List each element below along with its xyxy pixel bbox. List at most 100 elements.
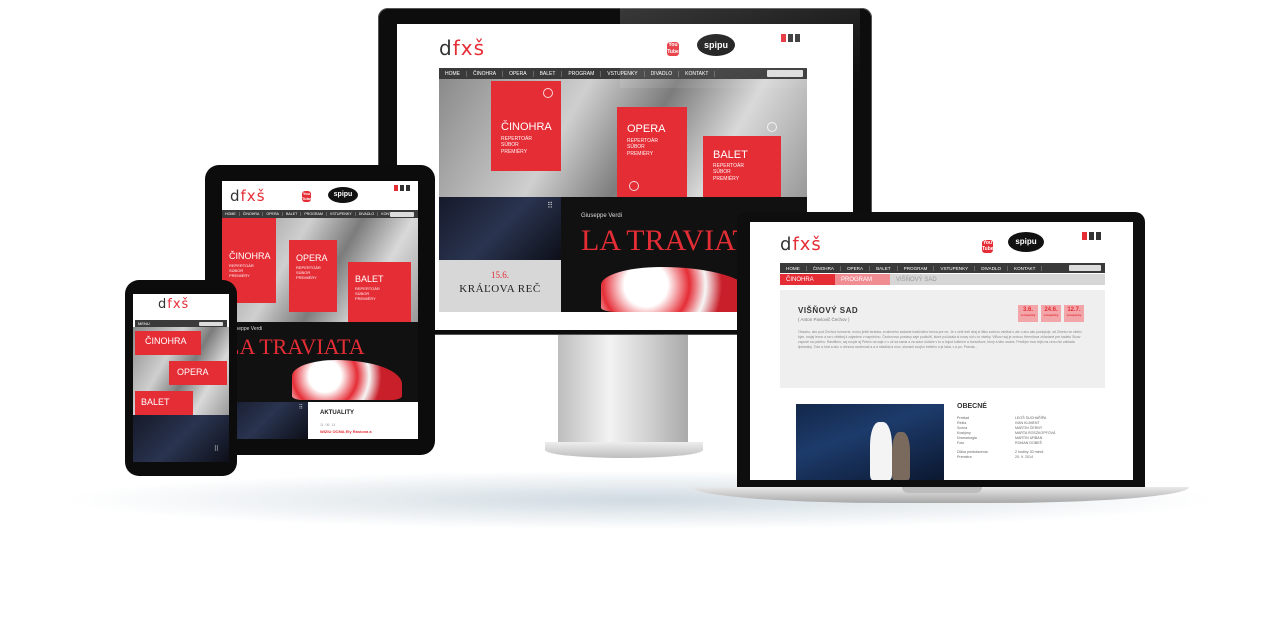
imac-base [545, 442, 703, 458]
lang-flag-icon[interactable] [781, 34, 786, 42]
nav-item[interactable]: HOME [439, 70, 467, 77]
lang-flag-icon[interactable] [1096, 232, 1101, 240]
site-logo[interactable]: dfxš [439, 36, 485, 60]
banner-title: LA TRAVIATA [226, 334, 365, 359]
show-title: VIŠŇOVÝ SAD [798, 306, 859, 315]
show-photo[interactable] [796, 404, 944, 480]
show-description: Obsahu, ako pod Čechov komorne, mohu ješ… [798, 330, 1082, 349]
nav-item[interactable]: PROGRAM [562, 70, 602, 77]
lang-flag-icon[interactable] [1082, 232, 1087, 240]
hero-image: ČINOHRA REPERTOÁR SÚBOR PREMIÉRY OPERA R… [439, 79, 807, 197]
lang-flag-icon[interactable] [1089, 232, 1094, 240]
nav-item[interactable]: OPERA [841, 265, 871, 271]
phone-nav: MENU [135, 320, 227, 327]
spipu-logo[interactable]: spipu [697, 34, 735, 56]
sound-icon[interactable] [543, 88, 553, 98]
nav-item[interactable]: KONTAKT [679, 70, 716, 77]
laptop-notch [902, 487, 982, 493]
youtube-icon[interactable]: You Tube [982, 240, 994, 253]
nav-item[interactable]: OPERA [263, 212, 283, 216]
lang-flag-icon[interactable] [788, 34, 793, 42]
main-nav: HOME ČINOHRA OPERA BALET PROGRAM VSTUPEN… [439, 68, 807, 79]
event-card[interactable]: 15.6. KRÁĽOVA REČ [439, 260, 561, 312]
nav-item[interactable]: ČINOHRA [240, 212, 264, 216]
nav-item[interactable]: BALET [534, 70, 563, 77]
credit-row: Premiéra 20. 9. 2014 [957, 455, 1033, 459]
nav-item[interactable]: BALET [870, 265, 898, 271]
nav-item[interactable]: OPERA [503, 70, 534, 77]
nav-item[interactable]: DIVADLO [645, 70, 680, 77]
news-link[interactable]: WIZIU OCMA Ely Rasiona a [320, 429, 372, 434]
nav-item[interactable]: ČINOHRA [807, 265, 841, 271]
nav-item[interactable]: DIVADLO [975, 265, 1009, 271]
event-date: 15.6. [491, 270, 509, 280]
hero-image: ČINOHRA OPERA BALET [133, 327, 229, 415]
section-tile-balet[interactable]: BALET REPERTOÁR SÚBOR PREMIÉRY [703, 122, 781, 197]
nav-item[interactable]: HOME [780, 265, 807, 271]
nav-item[interactable]: VSTUPENKY [327, 212, 356, 216]
gallery-icon[interactable]: ⠿ [547, 201, 553, 210]
search-input[interactable] [1069, 265, 1101, 271]
show-author: ( Anton Pavlovič Čechov ) [798, 317, 850, 322]
nav-item[interactable]: VSTUPENKY [601, 70, 645, 77]
sound-icon[interactable] [767, 122, 777, 132]
composer-name: Giuseppe Verdi [581, 213, 623, 219]
news-panel: AKTUALITY 11. 06. 14 WIZIU OCMA Ely Rasi… [316, 402, 418, 439]
nav-item[interactable]: HOME [222, 212, 240, 216]
responsive-mockup: dfxš You Tube spipu HOME ČINOHRA OPERA B… [0, 0, 1277, 620]
gallery-icon[interactable]: ⠿ [214, 445, 219, 453]
nav-item[interactable]: PROGRAM [898, 265, 935, 271]
event-photo[interactable]: ⠿ [439, 197, 561, 260]
phone-screen: dfxš MENU ČINOHRA OPERA BALET ⠿ [133, 294, 229, 462]
spipu-logo[interactable]: spipu [328, 187, 358, 203]
spipu-logo[interactable]: spipu [1008, 232, 1044, 252]
search-input[interactable] [767, 70, 803, 77]
imac-stand [558, 335, 688, 445]
main-nav: HOME ČINOHRA OPERA BALET PROGRAM VSTUPEN… [780, 263, 1105, 273]
gallery-icon[interactable]: ⠿ [299, 404, 303, 411]
date-badge[interactable]: 3.6. vstupenky [1018, 305, 1038, 322]
youtube-icon[interactable]: You Tube [667, 42, 679, 56]
site-logo[interactable]: dfxš [230, 187, 266, 205]
traviata-banner[interactable]: Giuseppe Verdi LA TRAVIATA [222, 322, 418, 402]
breadcrumb-item[interactable]: PROGRAM [835, 274, 890, 285]
nav-item[interactable]: BALET [283, 212, 302, 216]
breadcrumb-item[interactable]: ČINOHRA [780, 274, 835, 285]
show-detail: VIŠŇOVÝ SAD ( Anton Pavlovič Čechov ) 3.… [780, 290, 1105, 388]
lang-flag-icon[interactable] [400, 185, 404, 191]
nav-item[interactable]: ČINOHRA [467, 70, 504, 77]
credits: OBECNÉ Preklad LEOŠ SUCHAŘÍPA Réžia IVAN K… [957, 403, 1127, 460]
hero-image: ČINOHRA REPERTOÁR SÚBOR PREMIÉRY OPERA R… [222, 218, 418, 322]
section-tile-opera[interactable]: OPERA [169, 361, 227, 385]
lang-flag-icon[interactable] [406, 185, 410, 191]
section-tile-balet[interactable]: BALET REPERTOÁR SÚBOR PREMIÉRY [348, 262, 411, 322]
search-input[interactable] [199, 321, 223, 326]
main-nav: HOME ČINOHRA OPERA BALET PROGRAM VSTUPEN… [222, 210, 418, 218]
section-tile-balet[interactable]: BALET [135, 391, 193, 415]
lang-flag-icon[interactable] [394, 185, 398, 191]
nav-item[interactable]: VSTUPENKY [934, 265, 976, 271]
breadcrumb-item: VIŠŇOVÝ SAD [896, 276, 937, 283]
section-tile-cinohra[interactable]: ČINOHRA [135, 331, 201, 355]
laptop-screen: dfxš You Tube spipu HOME ČINOHRA OPERA B… [750, 222, 1133, 480]
lang-flag-icon[interactable] [795, 34, 800, 42]
nav-item[interactable]: KONTAKT [1008, 265, 1043, 271]
site-logo[interactable]: dfxš [158, 297, 189, 312]
section-tile-cinohra[interactable]: ČINOHRA REPERTOÁR SÚBOR PREMIÉRY [491, 81, 561, 171]
event-photo[interactable]: ⠿ [133, 415, 229, 462]
actor-figure [870, 422, 892, 480]
nav-item[interactable]: PROGRAM [301, 212, 327, 216]
menu-button[interactable]: MENU [135, 321, 153, 326]
breadcrumb: ČINOHRA PROGRAM VIŠŇOVÝ SAD [780, 274, 1105, 285]
event-title: KRÁĽOVA REČ [459, 283, 541, 295]
youtube-icon[interactable]: You Tube [302, 191, 311, 202]
section-tile-opera[interactable]: OPERA REPERTOÁR SÚBOR PREMIÉRY [617, 107, 687, 197]
date-badge[interactable]: 24.6. vstupenky [1041, 305, 1061, 322]
search-input[interactable] [390, 211, 414, 217]
news-heading: AKTUALITY [320, 410, 354, 416]
site-logo[interactable]: dfxš [780, 234, 822, 255]
section-tile-opera[interactable]: OPERA REPERTOÁR SÚBOR PREMIÉRY [289, 240, 337, 312]
sound-icon[interactable] [629, 181, 639, 191]
date-badge[interactable]: 12.7. vstupenky [1064, 305, 1084, 322]
nav-item[interactable]: DIVADLO [356, 212, 379, 216]
